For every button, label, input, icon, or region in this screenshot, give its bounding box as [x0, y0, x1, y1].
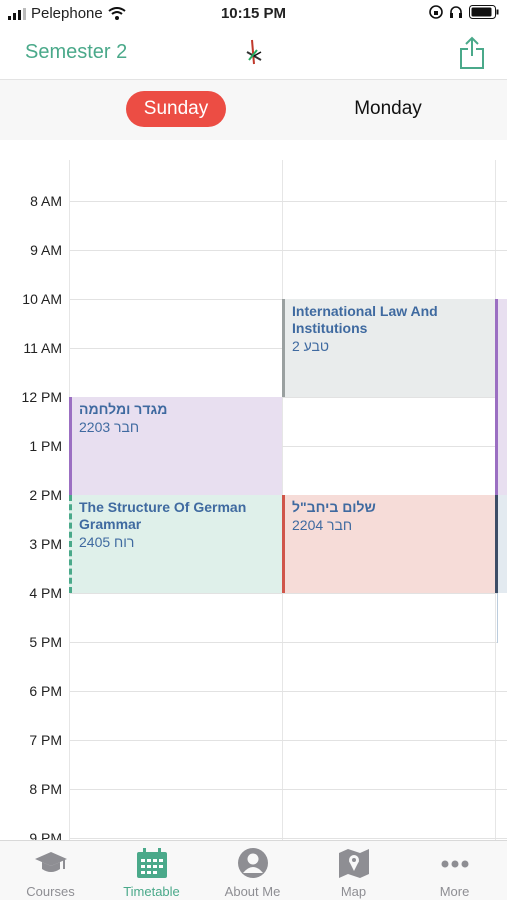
event-block-monday-2[interactable]: שלום ביחב"ל חבר 2204: [282, 495, 495, 593]
navigation-bar: Semester 2: [0, 28, 507, 80]
event-block-sunday-1[interactable]: מגדר ומלחמה חבר 2203: [69, 397, 282, 495]
hour-label: 12 PM: [21, 389, 62, 405]
hour-label: 8 AM: [30, 193, 62, 209]
tab-label: Courses: [26, 884, 75, 899]
event-block-next-day[interactable]: [497, 593, 507, 643]
event-room: חבר 2203: [79, 419, 140, 435]
event-room: חבר 2204: [292, 517, 353, 533]
event-title: מגדר ומלחמה: [79, 401, 168, 417]
battery-icon: [469, 5, 499, 19]
hour-label: 9 PM: [29, 830, 62, 840]
hour-label: 10 AM: [22, 291, 62, 307]
tab-label: More: [439, 884, 470, 899]
event-block-next-day[interactable]: [495, 495, 507, 593]
hour-label: 9 AM: [30, 242, 62, 258]
tab-label: About Me: [224, 884, 281, 899]
map-icon: [339, 849, 369, 878]
hour-label: 11 AM: [23, 340, 62, 356]
tab-timetable[interactable]: Timetable: [101, 841, 202, 900]
tab-bar: Courses Timetable About Me Map More: [0, 840, 507, 900]
hour-label: 5 PM: [29, 634, 62, 650]
event-title: שלום ביחב"ל: [292, 499, 376, 515]
hour-line: [70, 691, 507, 692]
hour-label: 1 PM: [29, 438, 62, 454]
event-block-monday-1[interactable]: International Law And Institutions טבע 2: [282, 299, 495, 397]
tab-about-me[interactable]: About Me: [202, 841, 303, 900]
tab-map[interactable]: Map: [303, 841, 404, 900]
tab-courses[interactable]: Courses: [0, 841, 101, 900]
hour-line: [70, 838, 507, 839]
event-title: The Structure Of German Grammar: [79, 499, 247, 532]
status-right: [429, 5, 499, 19]
calendar-icon: [137, 848, 167, 878]
day-tab-monday[interactable]: Monday: [338, 91, 438, 127]
tab-label: Timetable: [123, 884, 180, 899]
hour-label: 6 PM: [29, 683, 62, 699]
tab-label: Map: [340, 884, 367, 899]
day-selector: Sunday Monday: [0, 80, 507, 140]
event-block-next-day[interactable]: [495, 299, 507, 495]
status-bar: Pelephone 10:15 PM: [0, 0, 507, 28]
tab-more[interactable]: More: [404, 841, 505, 900]
hour-label: 4 PM: [29, 585, 62, 601]
hour-label: 2 PM: [29, 487, 62, 503]
event-block-sunday-2[interactable]: The Structure Of German Grammar רוח 2405: [69, 495, 282, 593]
share-icon[interactable]: [459, 36, 485, 70]
hour-line: [70, 642, 507, 643]
hour-label: 3 PM: [29, 536, 62, 552]
headphones-icon: [450, 6, 462, 18]
day-tab-sunday[interactable]: Sunday: [126, 91, 226, 127]
hour-line: [70, 789, 507, 790]
hour-label: 8 PM: [29, 781, 62, 797]
hour-line: [70, 593, 507, 594]
timetable-grid[interactable]: 8 AM 9 AM 10 AM 11 AM 12 PM 1 PM 2 PM 3 …: [0, 140, 507, 840]
person-icon: [238, 848, 268, 878]
app-logo-icon: [246, 39, 262, 65]
hour-line: [70, 740, 507, 741]
hour-label: 7 PM: [29, 732, 62, 748]
hour-line: [70, 201, 507, 202]
graduation-cap-icon: [35, 852, 67, 872]
semester-title[interactable]: Semester 2: [25, 41, 127, 64]
rotation-lock-icon: [429, 5, 443, 19]
event-room: טבע 2: [292, 338, 330, 354]
ellipsis-icon: [441, 860, 469, 868]
hour-line: [70, 250, 507, 251]
event-room: רוח 2405: [79, 534, 135, 550]
event-title: International Law And Institutions: [292, 303, 438, 336]
